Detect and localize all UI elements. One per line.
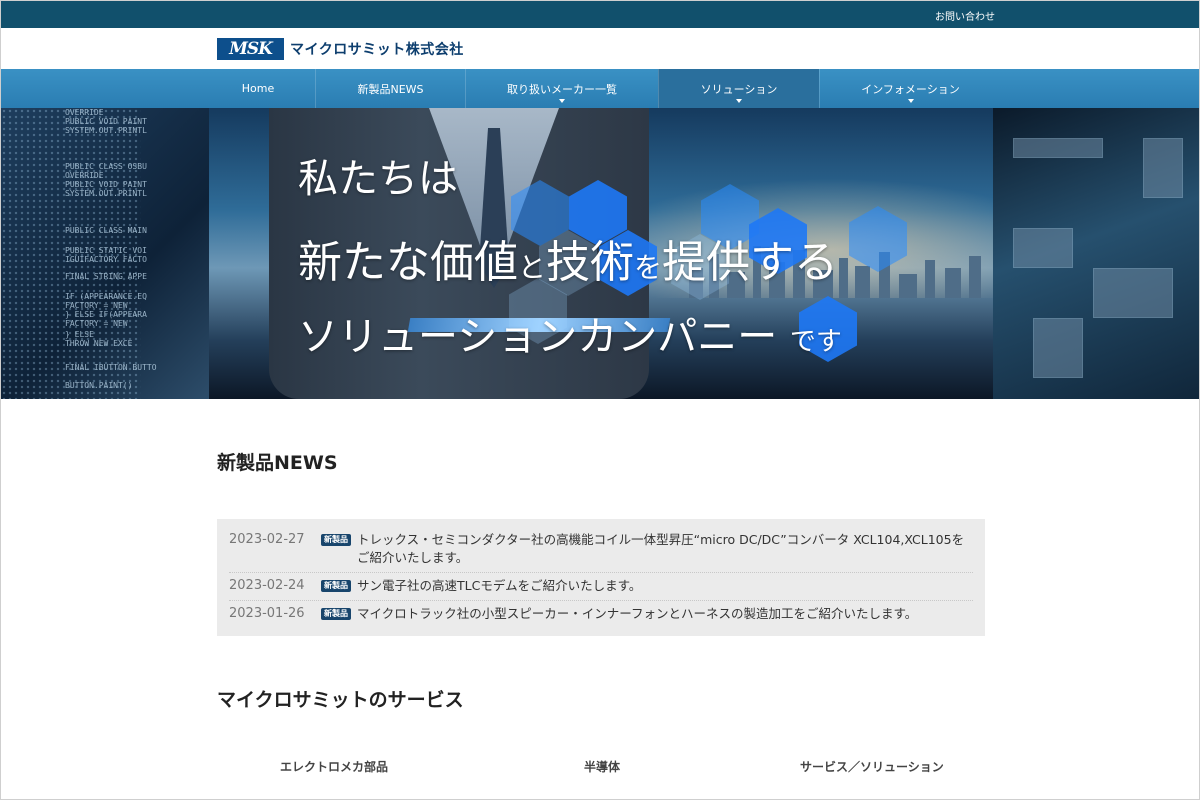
nav-item-label: 取り扱いメーカー一覧 <box>507 82 617 96</box>
news-item[interactable]: 2023-02-27 新製品 トレックス・セミコンダクター社の高機能コイル一体型… <box>229 527 973 573</box>
code-line: PUBLIC CLASS MAIN <box>65 226 147 235</box>
nav-item-solutions[interactable]: ソリューション <box>658 69 819 108</box>
nav-item-label: Home <box>241 82 275 95</box>
hero-headline-line3: ソリューションカンパニー です <box>298 314 842 360</box>
service-semiconductor[interactable]: 半導体 <box>584 758 620 775</box>
code-line: FINAL STRING APPE <box>65 272 147 281</box>
hero-headline-line1: 私たちは <box>298 156 458 202</box>
code-line: } ELSE IF(APPEARA <box>65 310 147 319</box>
nav-item-label: ソリューション <box>700 82 778 96</box>
contact-link[interactable]: お問い合わせ <box>935 8 995 23</box>
code-line: PUBLIC STATIC VOI <box>65 246 147 255</box>
nav-item-label: インフォメーション <box>861 82 960 96</box>
services-section-title: マイクロサミットのサービス <box>217 689 464 711</box>
logo-mark: MSK <box>217 38 284 60</box>
news-section-title: 新製品NEWS <box>217 452 338 474</box>
nav-item-makers[interactable]: 取り扱いメーカー一覧 <box>465 69 658 108</box>
code-line: SYSTEM.OUT.PRINTL <box>65 189 147 198</box>
news-date: 2023-02-27 <box>229 532 305 547</box>
chevron-down-icon <box>907 99 914 103</box>
code-line: PUBLIC VOID PAINT <box>65 180 147 189</box>
company-name: マイクロサミット株式会社 <box>290 42 464 58</box>
code-line: IGUIFACTORY FACTO <box>65 255 147 264</box>
site-logo[interactable]: MSK マイクロサミット株式会社 <box>217 38 464 60</box>
code-line: FINAL IBUTTON BUTTO <box>65 363 157 372</box>
nav-item-label: 新製品NEWS <box>357 82 424 96</box>
nav-item-news[interactable]: 新製品NEWS <box>315 69 465 108</box>
code-line: THROW NEW EXCE <box>65 339 133 348</box>
nav-item-information[interactable]: インフォメーション <box>819 69 1001 108</box>
news-link[interactable]: トレックス・セミコンダクター社の高機能コイル一体型昇圧“micro DC/DC”… <box>357 531 973 567</box>
new-product-badge: 新製品 <box>321 580 351 592</box>
news-date: 2023-01-26 <box>229 606 305 621</box>
new-product-badge: 新製品 <box>321 534 351 546</box>
chevron-down-icon <box>736 99 742 103</box>
main-nav: Home 新製品NEWS 取り扱いメーカー一覧 ソリューション インフォメーショ… <box>1 69 1199 108</box>
site-header: MSK マイクロサミット株式会社 <box>1 28 1199 69</box>
news-list: 2023-02-27 新製品 トレックス・セミコンダクター社の高機能コイル一体型… <box>217 519 985 636</box>
hero-code-panel: OVERRIDE PUBLIC VOID PAINT SYSTEM.OUT.PRIN… <box>1 108 209 399</box>
code-line: OVERRIDE <box>65 171 104 180</box>
top-utility-bar: お問い合わせ <box>1 1 1199 28</box>
news-item[interactable]: 2023-01-26 新製品 マイクロトラック社の小型スピーカー・インナーフォン… <box>229 601 973 628</box>
code-line: FACTORY = NEW <box>65 319 128 328</box>
code-line: } ELSE <box>65 330 94 339</box>
service-electromechanical[interactable]: エレクトロメカ部品 <box>280 758 388 775</box>
nav-item-home[interactable]: Home <box>201 69 315 108</box>
news-date: 2023-02-24 <box>229 578 305 593</box>
news-item[interactable]: 2023-02-24 新製品 サン電子社の高速TLCモデムをご紹介いたします。 <box>229 573 973 601</box>
hero-banner: OVERRIDE PUBLIC VOID PAINT SYSTEM.OUT.PRIN… <box>1 108 1199 399</box>
code-line: SYSTEM.OUT.PRINTL <box>65 126 147 135</box>
code-line: BUTTON.PAINT() <box>65 381 133 390</box>
hero-circuit-panel <box>993 108 1199 399</box>
code-line: PUBLIC CLASS OSBU <box>65 162 147 171</box>
news-link[interactable]: マイクロトラック社の小型スピーカー・インナーフォンとハーネスの製造加工をご紹介い… <box>357 605 917 623</box>
hero-headline-line2: 新たな価値と技術を提供する <box>298 237 839 288</box>
chevron-down-icon <box>559 99 565 103</box>
new-product-badge: 新製品 <box>321 608 351 620</box>
code-line: FACTORY = NEW <box>65 301 128 310</box>
news-link[interactable]: サン電子社の高速TLCモデムをご紹介いたします。 <box>357 577 641 595</box>
code-line: OVERRIDE <box>65 108 104 117</box>
code-line: IF (APPEARANCE.EQ <box>65 292 147 301</box>
logo-mark-text: MSK <box>229 39 273 59</box>
service-solutions[interactable]: サービス／ソリューション <box>800 758 944 775</box>
code-line: PUBLIC VOID PAINT <box>65 117 147 126</box>
